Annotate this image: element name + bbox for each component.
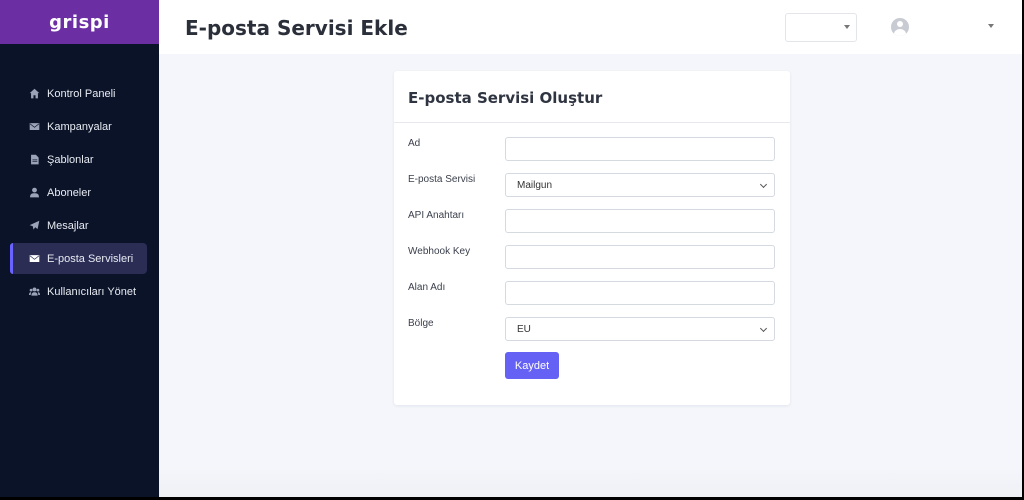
home-icon [28,88,40,100]
form-row-webhook-key: Webhook Key [408,245,776,269]
form-row-region: Bölge EU [408,317,776,341]
sidebar-item-label: Şablonlar [47,153,94,166]
app-window: grispi Kontrol Paneli Kampanyalar Şablon… [0,0,1022,497]
chevron-down-icon [759,324,768,333]
region-select[interactable]: EU [505,317,775,341]
sidebar-nav: Kontrol Paneli Kampanyalar Şablonlar Abo… [10,78,147,309]
form-row-service: E-posta Servisi Mailgun [408,173,776,197]
name-label: Ad [408,138,421,149]
name-input[interactable] [505,137,775,161]
brand-bar: grispi [0,0,159,44]
save-button[interactable]: Kaydet [505,352,559,379]
page-title: E-posta Servisi Ekle [185,16,408,40]
sidebar-item-email-services[interactable]: E-posta Servisleri [10,243,147,274]
brand-logo[interactable]: grispi [49,12,110,33]
top-header: E-posta Servisi Ekle [159,0,1022,54]
sidebar-item-label: Kullanıcıları Yönet [47,285,137,298]
paper-plane-icon [28,220,40,232]
api-key-label: API Anahtarı [408,210,465,221]
sidebar-item-label: E-posta Servisleri [47,252,134,265]
sidebar-item-label: Aboneler [47,186,92,199]
user-menu-chevron-icon[interactable] [988,24,994,28]
service-label: E-posta Servisi [408,174,476,185]
avatar[interactable] [891,18,909,36]
api-key-input[interactable] [505,209,775,233]
form-row-api-key: API Anahtarı [408,209,776,233]
sidebar-item-campaigns[interactable]: Kampanyalar [10,111,147,142]
sidebar-item-manage-users[interactable]: Kullanıcıları Yönet [10,276,147,307]
chevron-down-icon [759,180,768,189]
sidebar-item-subscribers[interactable]: Aboneler [10,177,147,208]
content-bottom [159,467,1022,497]
region-select-value: EU [517,323,531,335]
form-row-domain: Alan Adı [408,281,776,305]
sidebar-item-label: Kontrol Paneli [47,87,116,100]
service-select[interactable]: Mailgun [505,173,775,197]
divider [394,122,790,123]
form-title: E-posta Servisi Oluştur [408,89,603,107]
region-label: Bölge [408,318,434,329]
user-icon [28,187,40,199]
service-select-value: Mailgun [517,179,553,191]
envelope-icon [28,121,40,133]
form-row-name: Ad [408,137,776,161]
chevron-down-icon [844,25,850,29]
envelope-icon [28,253,40,265]
sidebar-item-label: Mesajlar [47,219,89,232]
webhook-key-label: Webhook Key [408,246,471,257]
sidebar-item-dashboard[interactable]: Kontrol Paneli [10,78,147,109]
sidebar-item-messages[interactable]: Mesajlar [10,210,147,241]
webhook-key-input[interactable] [505,245,775,269]
sidebar: grispi Kontrol Paneli Kampanyalar Şablon… [0,0,159,497]
email-service-form-card: E-posta Servisi Oluştur Ad E-posta Servi… [394,71,790,405]
sidebar-item-label: Kampanyalar [47,120,112,133]
sidebar-item-templates[interactable]: Şablonlar [10,144,147,175]
language-select[interactable] [785,13,857,42]
domain-label: Alan Adı [408,282,446,293]
users-icon [28,286,40,298]
domain-input[interactable] [505,281,775,305]
file-icon [28,154,40,166]
